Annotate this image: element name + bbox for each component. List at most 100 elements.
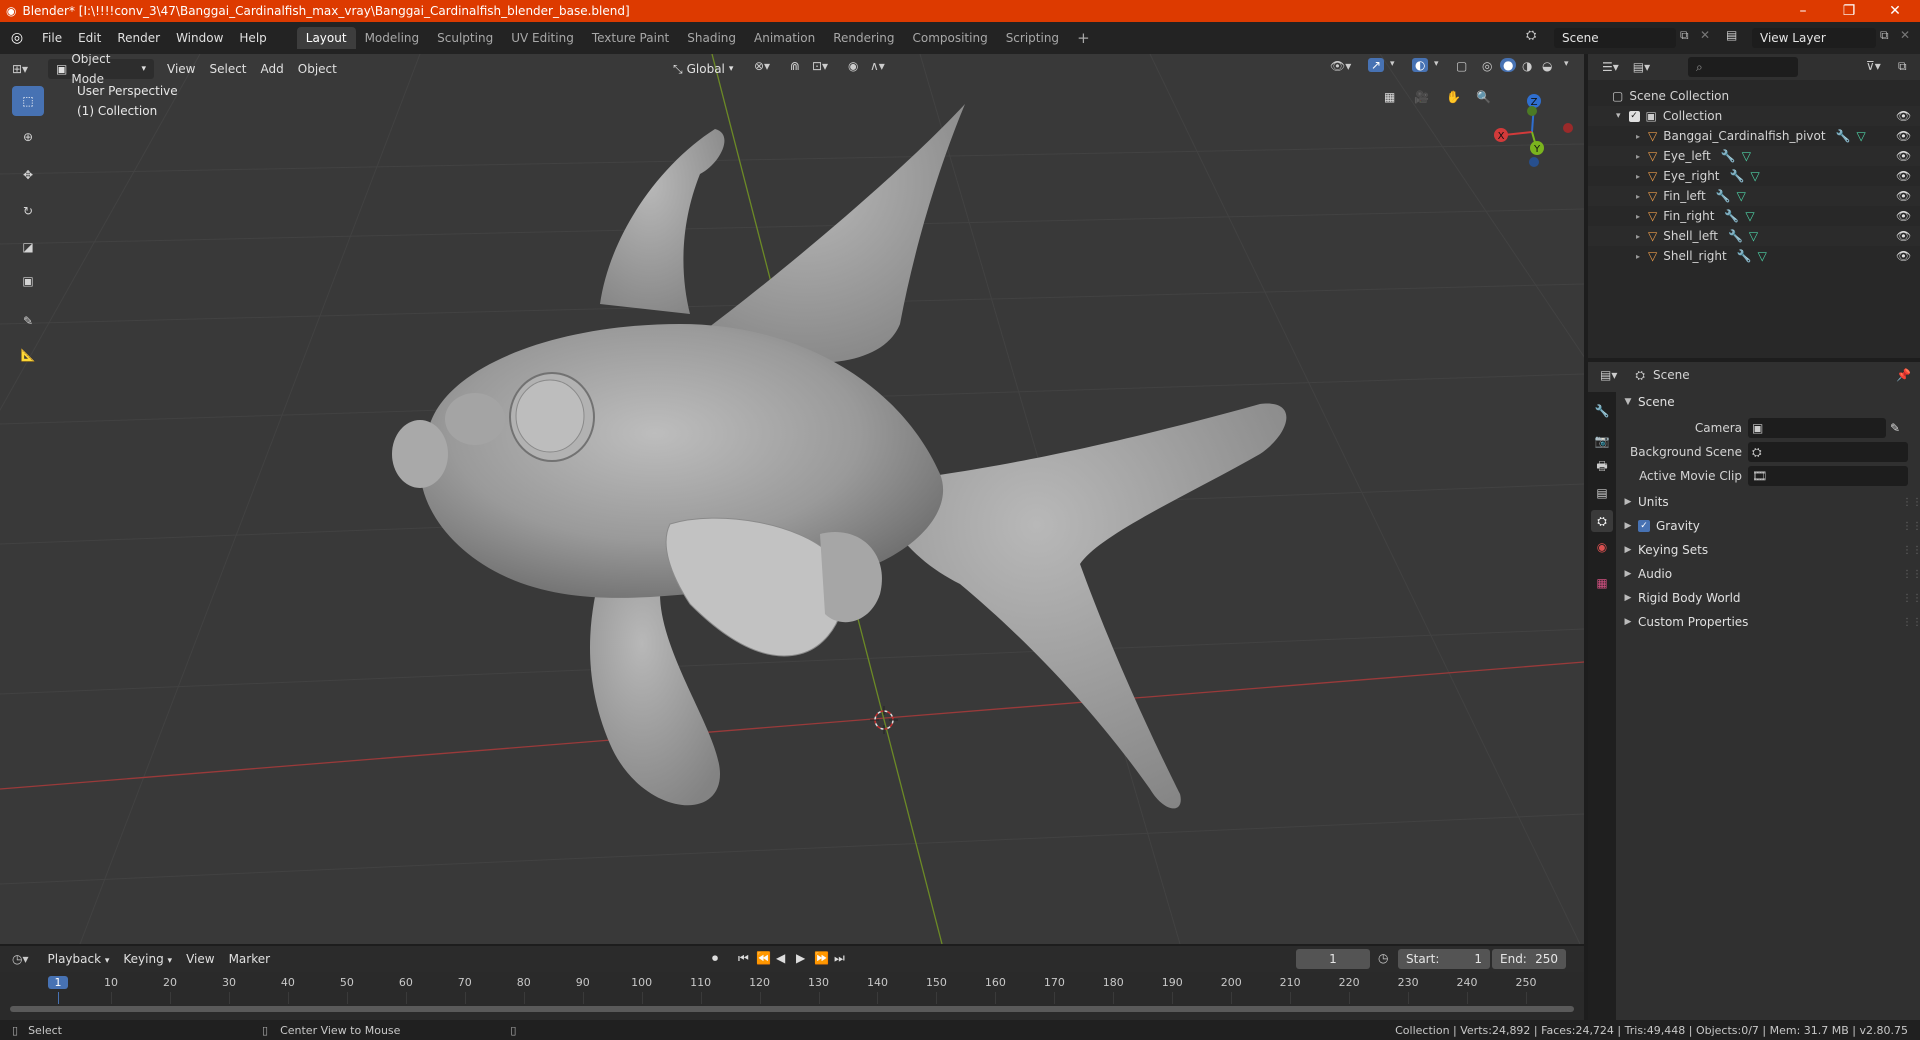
tab-compositing[interactable]: Compositing xyxy=(903,27,996,49)
visibility-icon[interactable]: 👁▾ xyxy=(1330,59,1351,73)
modifier-icon[interactable]: 🔧 xyxy=(1728,229,1743,243)
marker-menu[interactable]: Marker xyxy=(222,949,277,969)
tab-tool[interactable]: 🔧 xyxy=(1591,400,1613,422)
menu-window[interactable]: Window xyxy=(168,27,231,49)
drag-handle-icon[interactable]: ⋮⋮ xyxy=(1902,545,1920,556)
visibility-eye-icon[interactable]: 👁 xyxy=(1896,249,1911,263)
outliner-object-row[interactable]: ▸ ▽ Fin_left 🔧 ▽ 👁 xyxy=(1588,186,1920,206)
gizmo-toggle-icon[interactable]: ↗ xyxy=(1368,58,1385,72)
background-scene-field[interactable]: ⛭ xyxy=(1748,442,1908,462)
proportional-edit-icon[interactable]: ◉ xyxy=(848,59,858,73)
modifier-icon[interactable]: 🔧 xyxy=(1724,209,1739,223)
tab-rendering[interactable]: Rendering xyxy=(824,27,903,49)
viewport-menu-add[interactable]: Add xyxy=(254,59,291,79)
scale-tool[interactable]: ◪ xyxy=(12,232,44,262)
timeline-editor-icon[interactable]: ◷▾ xyxy=(12,952,29,966)
editor-type-icon[interactable]: ⊞▾ xyxy=(12,62,42,76)
navigation-gizmo[interactable]: Z X Y xyxy=(1488,84,1578,174)
tab-uv-editing[interactable]: UV Editing xyxy=(502,27,583,49)
menu-render[interactable]: Render xyxy=(109,27,168,49)
gizmo-dropdown-icon[interactable]: ▾ xyxy=(1390,59,1395,69)
snap-target-icon[interactable]: ⊡▾ xyxy=(812,59,828,73)
tab-animation[interactable]: Animation xyxy=(745,27,824,49)
outliner-search-input[interactable]: ⌕ xyxy=(1688,57,1798,77)
outliner-object-row[interactable]: ▸ ▽ Fin_right 🔧 ▽ 👁 xyxy=(1588,206,1920,226)
pan-view-icon[interactable]: ✋ xyxy=(1446,90,1461,104)
blender-menu-icon[interactable]: ◎ xyxy=(0,30,34,46)
toggle-camera-grid-icon[interactable]: ▦ xyxy=(1384,90,1395,104)
measure-tool[interactable]: 📐 xyxy=(12,340,44,370)
mesh-data-icon[interactable]: ▽ xyxy=(1750,169,1759,183)
tab-scripting[interactable]: Scripting xyxy=(997,27,1068,49)
transform-tool[interactable]: ▣ xyxy=(12,266,44,296)
minimize-button[interactable]: – xyxy=(1780,0,1826,22)
viewport-menu-object[interactable]: Object xyxy=(291,59,344,79)
preview-range-icon[interactable]: ◷ xyxy=(1378,951,1388,965)
tab-output[interactable]: 🖶 xyxy=(1591,456,1613,478)
close-button[interactable]: ✕ xyxy=(1872,0,1918,22)
expand-arrow-icon[interactable]: ▸ xyxy=(1636,252,1640,261)
tab-view-layer[interactable]: ▤ xyxy=(1591,482,1613,504)
jump-keyframe-back-icon[interactable]: ⏪ xyxy=(756,951,771,965)
visibility-eye-icon[interactable]: 👁 xyxy=(1896,209,1911,223)
view-layer-new-icon[interactable]: ⧉ xyxy=(1880,28,1889,43)
rotate-tool[interactable]: ↻ xyxy=(12,196,44,226)
tab-modeling[interactable]: Modeling xyxy=(356,27,429,49)
filter-icon[interactable]: ⊽▾ xyxy=(1866,59,1881,73)
properties-editor-icon[interactable]: ▤▾ xyxy=(1600,368,1617,382)
modifier-icon[interactable]: 🔧 xyxy=(1737,249,1752,263)
move-tool[interactable]: ✥ xyxy=(12,160,44,190)
collapsed-section[interactable]: ▶ Custom Properties ⋮⋮ xyxy=(1618,610,1920,634)
outliner-object-row[interactable]: ▸ ▽ Eye_left 🔧 ▽ 👁 xyxy=(1588,146,1920,166)
mode-dropdown[interactable]: ▣ Object Mode ▾ xyxy=(48,54,154,86)
camera-view-icon[interactable]: 🎥 xyxy=(1414,90,1429,104)
viewport-menu-select[interactable]: Select xyxy=(202,59,253,79)
scene-field[interactable]: Scene xyxy=(1554,28,1676,48)
collapse-arrow-icon[interactable]: ▾ xyxy=(1616,111,1621,121)
expand-arrow-icon[interactable]: ▸ xyxy=(1636,172,1640,181)
gravity-checkbox[interactable]: ✓ xyxy=(1638,520,1650,532)
maximize-button[interactable]: ❐ xyxy=(1826,0,1872,22)
drag-handle-icon[interactable]: ⋮⋮ xyxy=(1902,569,1920,580)
drag-handle-icon[interactable]: ⋮⋮ xyxy=(1902,497,1920,508)
tab-layout[interactable]: Layout xyxy=(296,27,356,49)
tab-scene[interactable]: ⛭ xyxy=(1591,510,1613,532)
tab-sculpting[interactable]: Sculpting xyxy=(428,27,502,49)
timeline-body[interactable]: 1 10 20 30 40 50 60 70 80 90 100 110 120 130 140 150 160… xyxy=(0,972,1584,1022)
scene-icon[interactable]: ⛭ xyxy=(1526,28,1536,43)
tab-texture-paint[interactable]: Texture Paint xyxy=(583,27,678,49)
collapsed-section[interactable]: ▶ Keying Sets ⋮⋮ xyxy=(1618,538,1920,562)
play-icon[interactable]: ▶ xyxy=(796,951,805,965)
visibility-eye-icon[interactable]: 👁 xyxy=(1896,189,1911,203)
expand-arrow-icon[interactable]: ▸ xyxy=(1636,212,1640,221)
menu-edit[interactable]: Edit xyxy=(70,27,109,49)
snap-icon[interactable]: ⋒ xyxy=(790,59,800,73)
wireframe-shading-icon[interactable]: ◎ xyxy=(1482,59,1492,73)
menu-help[interactable]: Help xyxy=(231,27,274,49)
visibility-eye-icon[interactable]: 👁 xyxy=(1896,109,1911,123)
jump-start-icon[interactable]: ⏮ xyxy=(738,951,749,966)
new-collection-icon[interactable]: ⧉ xyxy=(1898,59,1907,74)
camera-field[interactable]: ▣ xyxy=(1748,418,1886,438)
mesh-data-icon[interactable]: ▽ xyxy=(1749,229,1758,243)
outliner-scene-collection[interactable]: ▢ Scene Collection xyxy=(1588,86,1920,106)
visibility-eye-icon[interactable]: 👁 xyxy=(1896,149,1911,163)
collapsed-section[interactable]: ▶ Units ⋮⋮ xyxy=(1618,490,1920,514)
select-box-tool[interactable]: ⬚ xyxy=(12,86,44,116)
modifier-icon[interactable]: 🔧 xyxy=(1730,169,1745,183)
keying-menu[interactable]: Keying ▾ xyxy=(116,949,179,969)
tab-shading[interactable]: Shading xyxy=(678,27,745,49)
visibility-eye-icon[interactable]: 👁 xyxy=(1896,229,1911,243)
pivot-icon[interactable]: ⊗▾ xyxy=(754,59,770,73)
drag-handle-icon[interactable]: ⋮⋮ xyxy=(1902,521,1920,532)
jump-end-icon[interactable]: ⏭ xyxy=(834,951,845,966)
tab-texture[interactable]: ▦ xyxy=(1591,572,1613,594)
expand-arrow-icon[interactable]: ▸ xyxy=(1636,232,1640,241)
modifier-icon[interactable]: 🔧 xyxy=(1836,129,1851,143)
mesh-data-icon[interactable]: ▽ xyxy=(1737,189,1746,203)
record-icon[interactable]: ⏺ xyxy=(712,951,718,966)
outliner-editor-icon[interactable]: ☰▾ xyxy=(1602,60,1619,74)
scene-section[interactable]: ▼ Scene xyxy=(1618,390,1920,414)
expand-arrow-icon[interactable]: ▸ xyxy=(1636,192,1640,201)
solid-shading-icon[interactable]: ● xyxy=(1500,58,1517,72)
